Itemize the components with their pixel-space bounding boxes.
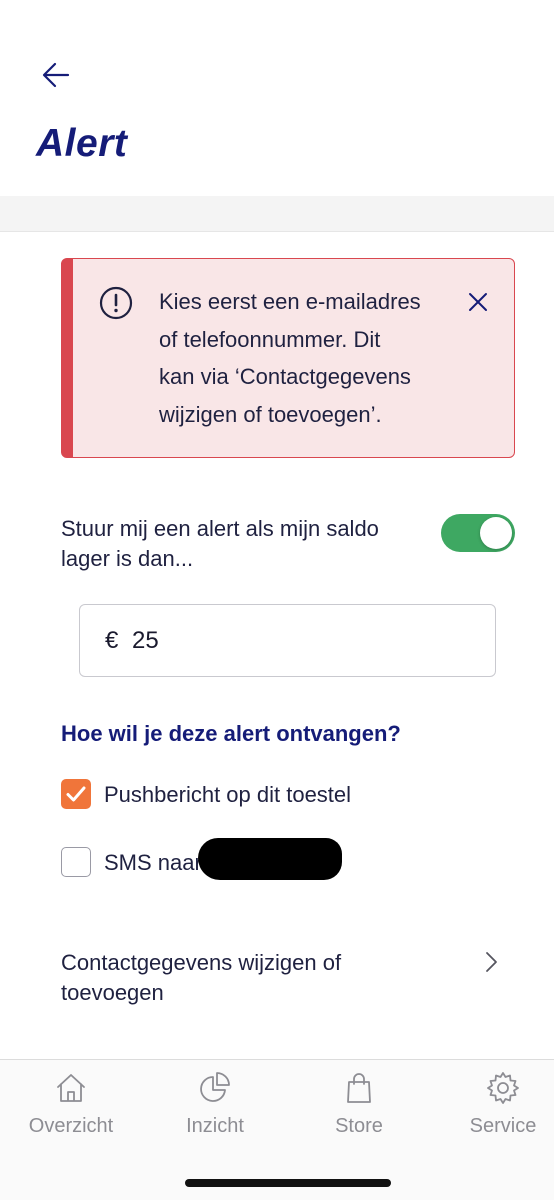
home-icon <box>57 1074 85 1102</box>
contact-details-label-line: toevoegen <box>61 980 164 1005</box>
redacted-phone-number <box>198 838 342 880</box>
alert-message: Kies eerst een e-mailadres of telefoonnu… <box>159 283 439 433</box>
balance-alert-label-line: lager is dan... <box>61 546 194 571</box>
alert-message-line: of telefoonnummer. Dit <box>159 326 381 352</box>
shopping-bag-icon <box>347 1073 371 1103</box>
tab-label: Inzicht <box>186 1115 244 1137</box>
sms-label[interactable]: SMS naar <box>104 850 202 876</box>
amount-value[interactable]: 25 <box>132 627 159 655</box>
close-icon <box>469 293 487 311</box>
tab-service[interactable]: Service <box>434 1060 554 1160</box>
tab-label: Overzicht <box>28 1115 114 1137</box>
balance-alert-label-line: Stuur mij een alert als mijn saldo <box>61 516 379 541</box>
sms-checkbox[interactable] <box>61 847 91 877</box>
threshold-amount-input[interactable]: € 25 <box>79 604 496 677</box>
checkmark-icon <box>66 786 86 802</box>
exclamation-circle-icon <box>99 286 133 320</box>
contact-details-link[interactable]: Contactgegevens wijzigen of toevoegen <box>0 940 554 1020</box>
gear-icon <box>487 1072 519 1104</box>
contact-details-label: Contactgegevens wijzigen of toevoegen <box>61 948 391 1008</box>
balance-alert-label: Stuur mij een alert als mijn saldo lager… <box>61 514 421 574</box>
tab-label: Service <box>469 1115 537 1137</box>
alert-message-line: kan via ‘Contactgegevens <box>159 364 411 389</box>
header-divider-band <box>0 196 554 232</box>
tab-store[interactable]: Store <box>290 1060 428 1160</box>
alert-message-line: wijzigen of toevoegen’. <box>159 401 382 427</box>
tab-overzicht[interactable]: Overzicht <box>2 1060 140 1160</box>
alert-message-line: Kies eerst een e-mailadres <box>159 289 421 314</box>
balance-alert-toggle[interactable] <box>441 514 515 552</box>
back-button[interactable] <box>36 56 76 96</box>
pie-chart-icon <box>200 1072 230 1102</box>
arrow-left-icon <box>42 62 70 88</box>
chevron-right-icon <box>486 952 497 972</box>
toggle-knob <box>480 517 512 549</box>
header: Alert <box>0 0 554 196</box>
push-notification-label[interactable]: Pushbericht op dit toestel <box>104 782 351 808</box>
currency-symbol: € <box>105 627 119 654</box>
contact-details-label-line: Contactgegevens wijzigen of <box>61 950 342 975</box>
page-title: Alert <box>36 122 128 165</box>
tab-label: Store <box>335 1115 383 1137</box>
push-notification-checkbox[interactable] <box>61 779 91 809</box>
delivery-heading: Hoe wil je deze alert ontvangen? <box>61 721 401 746</box>
home-indicator[interactable] <box>185 1179 391 1187</box>
alert-close-button[interactable] <box>463 287 493 317</box>
error-alert-box: Kies eerst een e-mailadres of telefoonnu… <box>61 258 515 458</box>
tab-inzicht[interactable]: Inzicht <box>146 1060 284 1160</box>
